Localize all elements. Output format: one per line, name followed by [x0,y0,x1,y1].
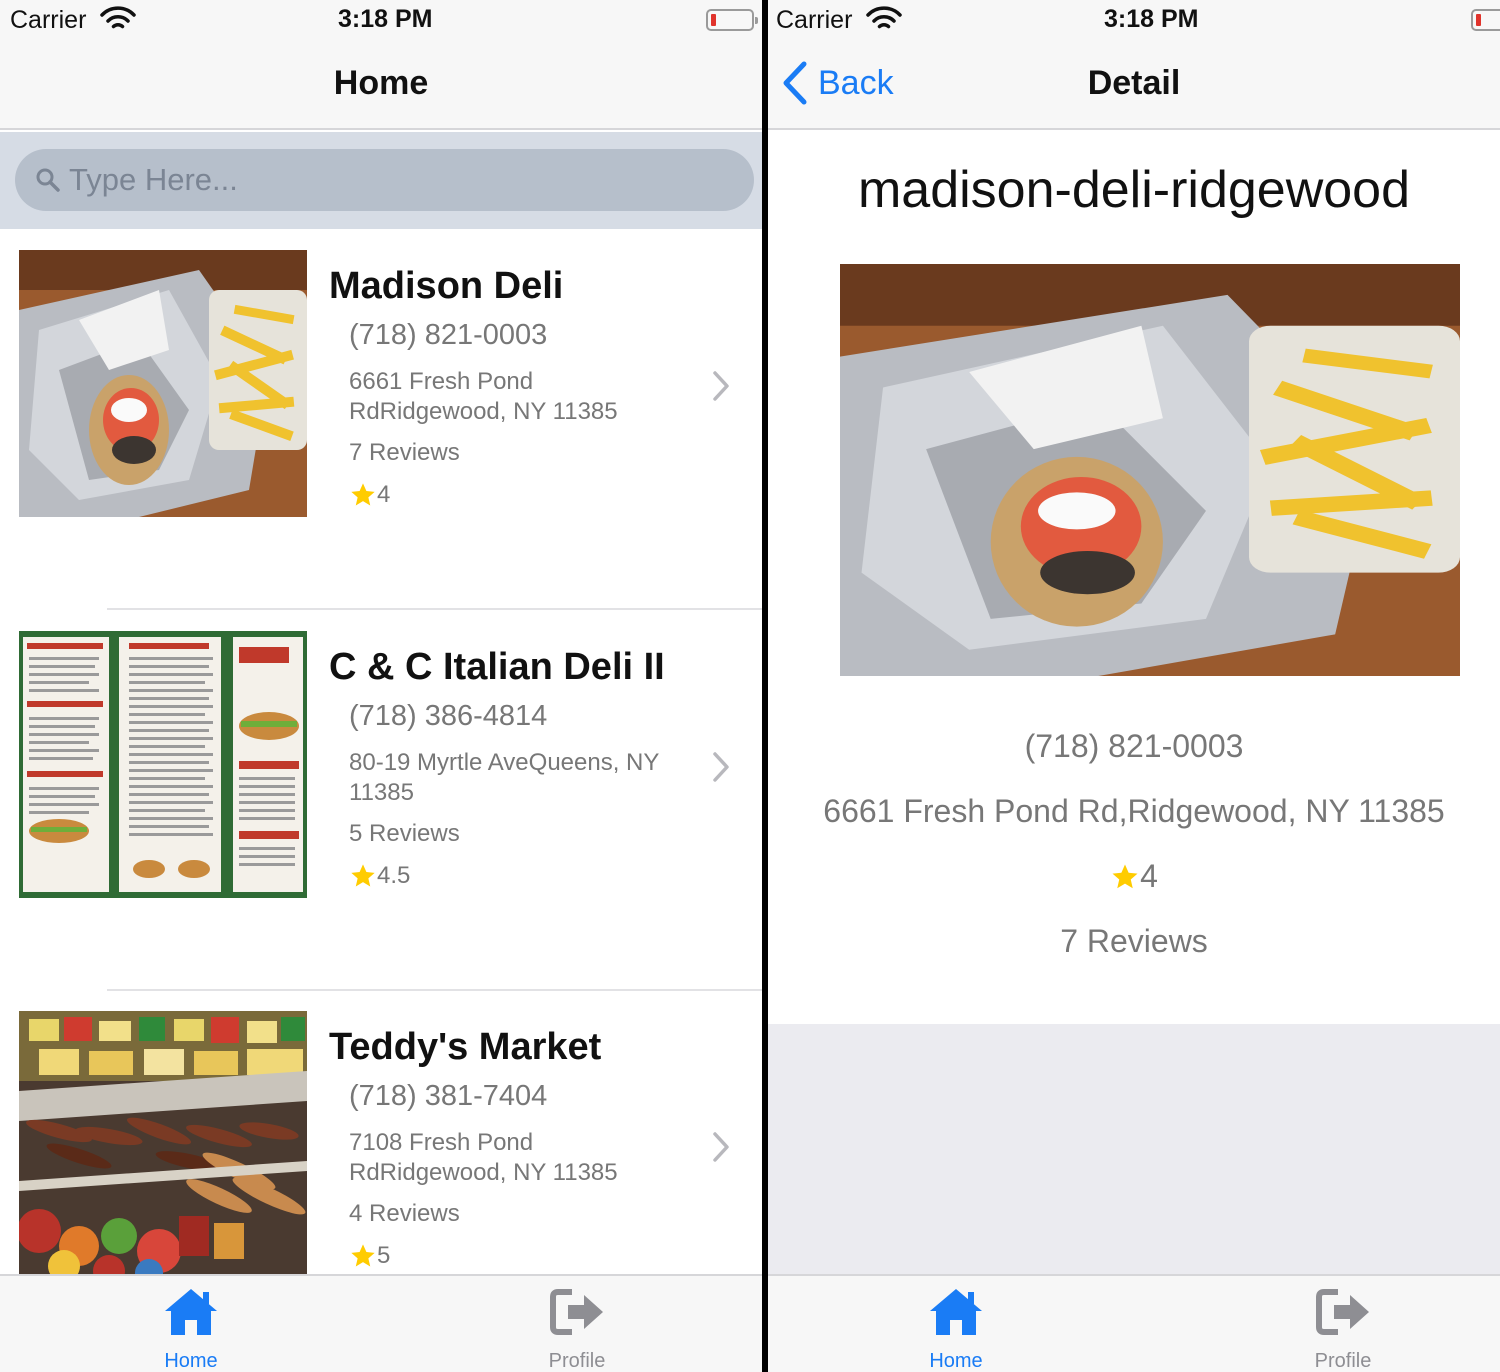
restaurant-phone: (718) 381-7404 [349,1080,548,1112]
sign-out-icon [550,1289,603,1335]
rating-value: 5 [377,1242,391,1269]
restaurant-name: C & C Italian Deli II [329,646,665,688]
status-bar: Carrier 3:18 PM [768,0,1500,40]
status-time: 3:18 PM [1104,5,1199,33]
tab-label: Home [164,1350,218,1372]
list-item[interactable]: Madison Deli (718) 821-0003 6661 Fresh P… [0,229,762,609]
status-time: 3:18 PM [338,5,433,33]
chevron-left-icon [783,61,807,105]
restaurant-photo [19,250,307,517]
tab-home[interactable]: Home [131,1286,251,1372]
chevron-right-icon [713,752,729,782]
restaurant-rating: 5 [349,1242,390,1270]
carrier-label: Carrier [776,6,853,34]
restaurant-phone: (718) 821-0003 [349,319,548,351]
rating-value: 4.5 [377,862,411,889]
restaurant-rating: 4 [349,481,390,509]
wifi-icon [100,6,136,29]
search-bar [0,132,762,229]
carrier-label: Carrier [10,6,87,34]
home-screen: Carrier 3:18 PM Home Type Here... Madiso… [0,0,762,1372]
wifi-icon [866,6,902,29]
detail-address: 6661 Fresh Pond Rd,Ridgewood, NY 11385 [823,793,1445,829]
tab-profile[interactable]: Profile [517,1286,637,1372]
status-bar: Carrier 3:18 PM [0,0,762,40]
rating-value: 4 [377,481,391,508]
star-icon [351,864,375,887]
back-button[interactable]: Back [780,58,894,108]
sign-out-icon [1316,1289,1369,1335]
detail-content: madison-deli-ridgewood (718) 821-0003 66… [768,130,1500,1024]
search-field[interactable] [15,149,754,211]
restaurant-reviews: 5 Reviews [349,820,460,847]
star-icon [1112,864,1138,888]
tab-home[interactable]: Home [896,1286,1016,1372]
restaurant-reviews: 7 Reviews [349,439,460,466]
detail-reviews: 7 Reviews [1060,923,1208,959]
battery-icon [706,9,758,31]
tab-profile[interactable]: Profile [1283,1286,1403,1372]
restaurant-address: 6661 Fresh Pond RdRidgewood, NY 11385 [349,368,618,425]
chevron-right-icon [713,371,729,401]
restaurant-rating: 4.5 [349,862,410,890]
restaurant-photo [19,1011,307,1274]
restaurant-phone: (718) 386-4814 [349,700,548,732]
home-icon [165,1289,217,1335]
tab-label: Profile [1314,1350,1372,1372]
tab-bar: Home Profile [0,1274,762,1372]
battery-icon [1471,9,1500,31]
restaurant-address: 7108 Fresh Pond RdRidgewood, NY 11385 [349,1129,618,1186]
tab-bar: Home Profile [768,1274,1500,1372]
list-item[interactable]: C & C Italian Deli II (718) 386-4814 80-… [0,610,762,990]
restaurant-address: 80-19 Myrtle AveQueens, NY 11385 [349,749,659,806]
navigation-bar: Home [0,40,762,130]
star-icon [351,1244,375,1267]
restaurant-photo [19,631,307,898]
tab-label: Home [929,1350,983,1372]
page-title: Home [333,64,429,102]
restaurant-slug: madison-deli-ridgewood [857,161,1411,219]
search-input[interactable] [69,162,669,198]
detail-rating: 4 [768,858,1500,895]
restaurant-name: Teddy's Market [329,1026,602,1068]
restaurant-list[interactable]: Madison Deli (718) 821-0003 6661 Fresh P… [0,229,762,1274]
empty-area [768,1024,1500,1274]
search-icon [36,168,60,192]
home-icon [930,1289,982,1335]
restaurant-name: Madison Deli [329,265,564,307]
detail-screen: Carrier 3:18 PM Detail Back madison-deli… [768,0,1500,1372]
detail-phone: (718) 821-0003 [1024,728,1244,764]
navigation-bar: Detail Back [768,40,1500,130]
restaurant-photo [840,264,1460,676]
restaurant-reviews: 4 Reviews [349,1200,460,1227]
list-item[interactable]: Teddy's Market (718) 381-7404 7108 Fresh… [0,990,762,1274]
tab-label: Profile [548,1350,606,1372]
chevron-right-icon [713,1132,729,1162]
back-label: Back [818,63,894,102]
rating-value: 4 [1140,858,1158,894]
star-icon [351,483,375,506]
